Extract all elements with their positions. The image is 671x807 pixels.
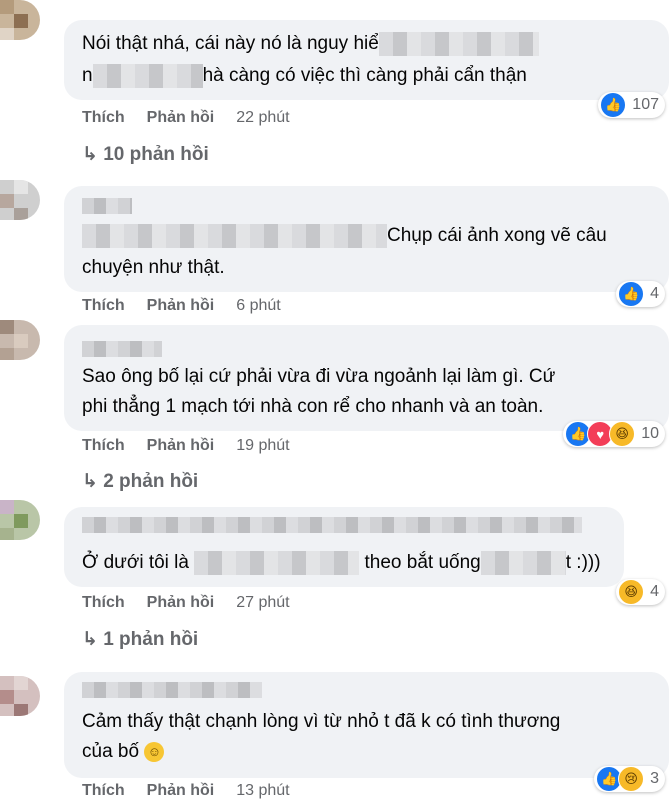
blurred-text [82,224,387,248]
like-button[interactable]: Thích [82,437,125,454]
like-button[interactable]: Thích [82,782,125,799]
comment-text: Nói thật nhá, cái này nó là nguy hiể [82,33,379,55]
timestamp[interactable]: 6 phút [236,297,280,314]
comment-actions: Thích Phản hồi 22 phút [82,109,290,127]
comment-bubble: Nói thật nhá, cái này nó là nguy hiể n hà… [64,20,669,100]
reply-button[interactable]: Phản hồi [147,297,215,314]
smile-emoji-icon: ☺ [144,741,165,762]
comment-bubble: Cảm thấy thật chạnh lòng vì từ nhỏ t đã … [64,672,669,778]
timestamp[interactable]: 13 phút [236,782,289,799]
like-button[interactable]: Thích [82,594,125,611]
reply-button[interactable]: Phản hồi [147,437,215,454]
sad-icon: 😢 [618,766,645,792]
comment-actions: Thích Phản hồi 13 phút [82,782,290,800]
reaction-summary[interactable]: 👍 4 [616,281,665,307]
comment-text: của bố [82,741,140,762]
reaction-count: 107 [632,96,659,113]
avatar[interactable] [0,500,40,540]
comment-text: Chụp cái ảnh xong vẽ câu [387,225,607,247]
reaction-summary[interactable]: 👍 😢 3 [594,766,665,792]
reaction-count: 10 [641,425,659,442]
haha-icon: 😆 [618,579,645,605]
reaction-count: 4 [650,583,659,600]
author-name[interactable] [82,198,132,214]
timestamp[interactable]: 19 phút [236,437,289,454]
comment-text: n [82,65,93,87]
like-icon: 👍 [600,92,627,118]
author-name[interactable] [82,341,162,357]
view-replies-link[interactable]: ↳ 1 phản hồi [82,628,198,651]
reaction-count: 3 [650,770,659,787]
comment-text: phi thẳng 1 mạch tới nhà con rể cho nhan… [82,396,544,417]
like-icon: 👍 [618,281,645,307]
haha-icon: 😆 [609,421,636,447]
replies-count: 10 phản hồi [103,144,209,165]
blurred-text [194,551,360,575]
reply-button[interactable]: Phản hồi [147,109,215,126]
reaction-summary[interactable]: 😆 4 [616,579,665,605]
comment-bubble: Chụp cái ảnh xong vẽ câu chuyện như thật… [64,186,669,292]
view-replies-link[interactable]: ↳ 2 phản hồi [82,470,198,493]
timestamp[interactable]: 27 phút [236,594,289,611]
author-name[interactable] [82,517,582,533]
reaction-summary[interactable]: 👍 ♥ 😆 10 [563,421,665,447]
reply-button[interactable]: Phản hồi [147,594,215,611]
avatar[interactable] [0,676,40,716]
avatar[interactable] [0,0,40,40]
blurred-text [378,32,539,56]
comment-text: Ở dưới tôi là [82,552,189,574]
comment-actions: Thích Phản hồi 6 phút [82,297,281,315]
like-button[interactable]: Thích [82,109,125,126]
reply-arrow-icon: ↳ [82,629,98,650]
comment-text: theo bắt uống [364,552,481,574]
comment-text: Cảm thấy thật chạnh lòng vì từ nhỏ t đã … [82,711,561,732]
comment-actions: Thích Phản hồi 19 phút [82,437,290,455]
comment-text: Sao ông bố lại cứ phải vừa đi vừa ngoảnh… [82,366,556,387]
blurred-text [92,64,203,88]
comment-text: hà càng có việc thì càng phải cẩn thận [202,65,527,87]
reaction-summary[interactable]: 👍 107 [598,92,665,118]
reply-button[interactable]: Phản hồi [147,782,215,799]
comment-actions: Thích Phản hồi 27 phút [82,594,290,612]
reply-arrow-icon: ↳ [82,144,98,165]
timestamp[interactable]: 22 phút [236,109,289,126]
comment-bubble: Ở dưới tôi là theo bắt uống t :))) [64,507,624,587]
blurred-text [480,551,566,575]
comment-bubble: Sao ông bố lại cứ phải vừa đi vừa ngoảnh… [64,325,669,431]
reply-arrow-icon: ↳ [82,471,98,492]
replies-count: 1 phản hồi [103,629,199,650]
like-button[interactable]: Thích [82,297,125,314]
reaction-count: 4 [650,285,659,302]
author-name[interactable] [82,682,262,698]
replies-count: 2 phản hồi [103,471,199,492]
comment-text: chuyện như thật. [82,257,225,278]
avatar[interactable] [0,180,40,220]
view-replies-link[interactable]: ↳ 10 phản hồi [82,143,209,166]
avatar[interactable] [0,320,40,360]
comment-text: t :))) [565,552,601,574]
